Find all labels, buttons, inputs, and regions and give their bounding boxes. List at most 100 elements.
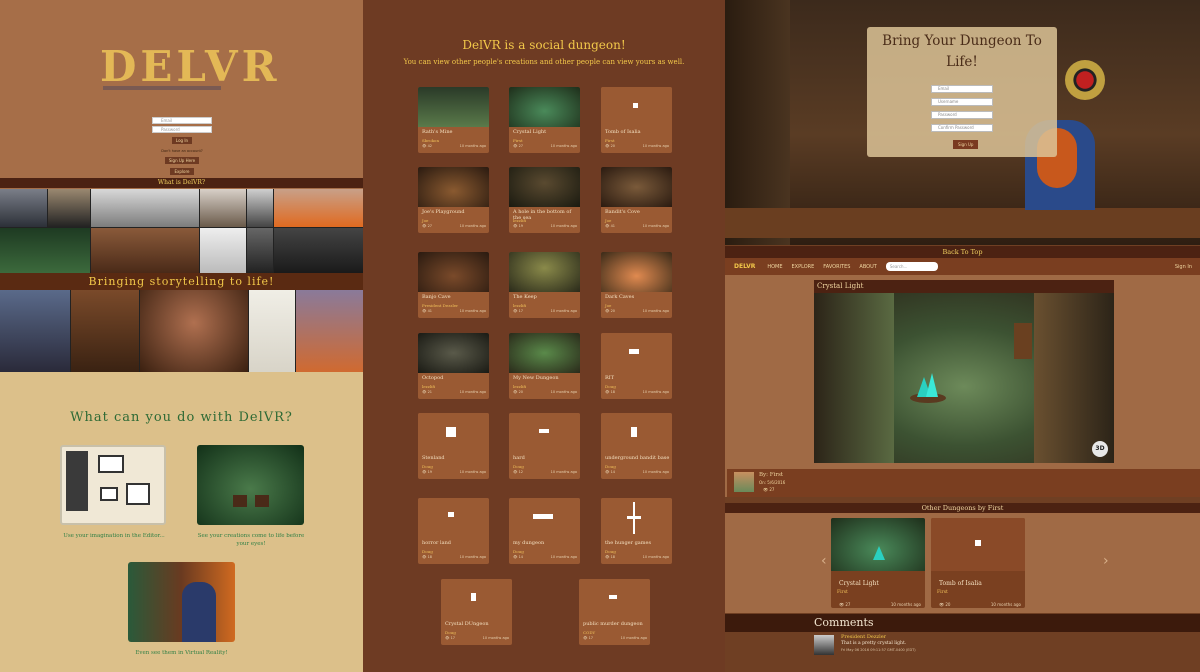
- card-views-value: 20: [945, 602, 951, 607]
- dungeon-card[interactable]: the hunger games Doug 👁 18 10 months ago: [601, 498, 672, 564]
- nav-explore[interactable]: EXPLORE: [792, 264, 815, 270]
- dungeon-thumbnail: [509, 333, 580, 373]
- nav-about[interactable]: ABOUT: [859, 264, 876, 270]
- nav-favorites[interactable]: FAVORITES: [823, 264, 850, 270]
- hero-username-field[interactable]: Username: [931, 98, 993, 106]
- dungeon-3d-viewer[interactable]: 3D: [814, 293, 1114, 463]
- card-user: President Dezzler: [422, 303, 459, 308]
- card-views-value: 19: [427, 470, 433, 474]
- bookshelf: [1014, 323, 1032, 359]
- card-age: 10 months ago: [642, 470, 669, 474]
- hero-signup-button[interactable]: Sign Up: [953, 140, 979, 149]
- author-name[interactable]: By: First: [759, 472, 783, 478]
- dungeon-thumbnail: [509, 498, 580, 538]
- dungeon-thumbnail: [601, 167, 672, 207]
- dungeon-card[interactable]: Dark Caves Joe 👁 20 10 months ago: [601, 252, 672, 318]
- gallery-subtitle: You can view other people's creations an…: [403, 58, 685, 66]
- editor-screenshot: [60, 445, 166, 525]
- search-input[interactable]: Search...: [885, 262, 938, 271]
- author-bar: By: First On: 5/6/2016 👁 27: [727, 469, 1200, 497]
- other-dungeon-card[interactable]: Tomb of Isalia First 👁 20 10 months ago: [931, 518, 1025, 608]
- card-user: CODY: [583, 630, 596, 635]
- hero-email-field[interactable]: Email: [931, 85, 993, 93]
- photo: [0, 228, 90, 273]
- feature-caption-editor: Use your imagination in the Editor...: [63, 533, 165, 539]
- login-button[interactable]: Log In: [171, 137, 193, 144]
- photo: [200, 228, 246, 273]
- card-views: 👁 21: [422, 390, 432, 394]
- dungeon-card[interactable]: hard Doug 👁 12 10 months ago: [509, 413, 580, 479]
- signin-link[interactable]: Sign In: [1175, 264, 1192, 270]
- dungeon-card[interactable]: underground bandit base Doug 👁 14 10 months…: [601, 413, 672, 479]
- vr-toggle-button[interactable]: 3D: [1092, 441, 1108, 457]
- dungeon-card[interactable]: My New Dungeon lezzlifi 👁 20 10 months ago: [509, 333, 580, 399]
- nav-brand[interactable]: DELVR: [734, 263, 755, 270]
- storytelling-banner: Bringing storytelling to life!: [0, 273, 363, 290]
- dungeon-card[interactable]: Crystal Light First 👁 27 10 months ago: [509, 87, 580, 153]
- comment-author[interactable]: President Dezzler: [841, 634, 886, 640]
- commenter-avatar[interactable]: [814, 635, 834, 655]
- dungeon-card[interactable]: public murder dungeon CODY 👁 17 10 months a…: [579, 579, 650, 645]
- card-title: RIT: [605, 375, 615, 381]
- card-views: 👁 42: [422, 144, 432, 148]
- dungeon-card[interactable]: Banjo Cave President Dezzler 👁 41 10 months…: [418, 252, 489, 318]
- card-title: Dark Caves: [605, 294, 635, 300]
- delvr-logo[interactable]: DELVR: [100, 42, 280, 91]
- card-views-value: 18: [610, 555, 616, 559]
- carousel-prev-icon[interactable]: ‹: [821, 553, 827, 569]
- card-views-value: 17: [518, 309, 524, 313]
- author-avatar[interactable]: [734, 472, 754, 492]
- dungeon-thumbnail: [601, 87, 672, 127]
- dungeon-title: Crystal Light: [814, 280, 1114, 293]
- dungeon-card[interactable]: Tomb of Isalia First 👁 20 10 months ago: [601, 87, 672, 153]
- hero-confirm-field[interactable]: Confirm Password: [931, 124, 993, 132]
- explore-button[interactable]: Explore: [170, 168, 194, 175]
- dungeon-card[interactable]: Crystal DUngeon Doug 👁 17 10 months ago: [441, 579, 512, 645]
- counter: [725, 208, 1200, 238]
- card-views-value: 14: [610, 470, 616, 474]
- signup-button[interactable]: Sign Up Here: [164, 157, 200, 164]
- dungeon-thumbnail: [418, 167, 489, 207]
- card-age: 10 months ago: [459, 224, 486, 228]
- map-room: [533, 514, 553, 519]
- card-views-value: 21: [427, 390, 433, 394]
- email-field[interactable]: Email: [152, 117, 212, 124]
- card-views: 👁 12: [513, 470, 523, 474]
- dungeon-card[interactable]: Bandit's Cove Joe 👁 41 10 months ago: [601, 167, 672, 233]
- hero-password-field[interactable]: Password: [931, 111, 993, 119]
- shield-decoration: [1065, 60, 1105, 100]
- what-can-title: What can you do with DelVR?: [70, 410, 293, 425]
- card-views: 👁 27: [422, 224, 432, 228]
- nav-home[interactable]: HOME: [767, 264, 782, 270]
- dungeon-card[interactable]: Rath's Mine Sbrokon 👁 42 10 months ago: [418, 87, 489, 153]
- card-user: First: [837, 590, 848, 595]
- other-dungeon-card[interactable]: Crystal Light First 👁 27 10 months ago: [831, 518, 925, 608]
- dungeon-card[interactable]: Octopod lezzlifi 👁 21 10 months ago: [418, 333, 489, 399]
- carousel-next-icon[interactable]: ›: [1103, 553, 1109, 569]
- card-views-value: 27: [427, 224, 433, 228]
- card-views: 👁 17: [445, 636, 455, 640]
- editor-toolbar: [66, 451, 88, 511]
- dungeon-card[interactable]: my dungeon Doug 👁 14 10 months ago: [509, 498, 580, 564]
- card-views: 👁 27: [513, 144, 523, 148]
- dungeon-thumbnail: [509, 167, 580, 207]
- card-views: 👁 41: [605, 224, 615, 228]
- no-account-text: Don't have an account?: [161, 149, 203, 153]
- dungeon-card[interactable]: The Keep lezzlifi 👁 17 10 months ago: [509, 252, 580, 318]
- dungeon-card[interactable]: RIT Doug 👁 18 10 months ago: [601, 333, 672, 399]
- back-to-top-link[interactable]: Back To Top: [725, 246, 1200, 258]
- card-user: Doug: [445, 630, 456, 635]
- dungeon-card[interactable]: Joe's Playground Joe 👁 27 10 months ago: [418, 167, 489, 233]
- dungeon-card[interactable]: horror land Doug 👁 18 10 months ago: [418, 498, 489, 564]
- card-views: 👁 19: [422, 470, 432, 474]
- crystal: [873, 546, 885, 560]
- dungeon-card[interactable]: A hole in the bottom of the sea lezzlifi 👁…: [509, 167, 580, 233]
- other-dungeons-header: Other Dungeons by First: [725, 503, 1200, 513]
- dungeon-thumbnail: [509, 252, 580, 292]
- dungeon-card[interactable]: Stenland Doug 👁 19 10 months ago: [418, 413, 489, 479]
- photo: [247, 189, 273, 227]
- card-views-value: 17: [450, 636, 456, 640]
- editor-room: [98, 455, 124, 473]
- map-room: [471, 593, 476, 601]
- password-field[interactable]: Password: [152, 126, 212, 133]
